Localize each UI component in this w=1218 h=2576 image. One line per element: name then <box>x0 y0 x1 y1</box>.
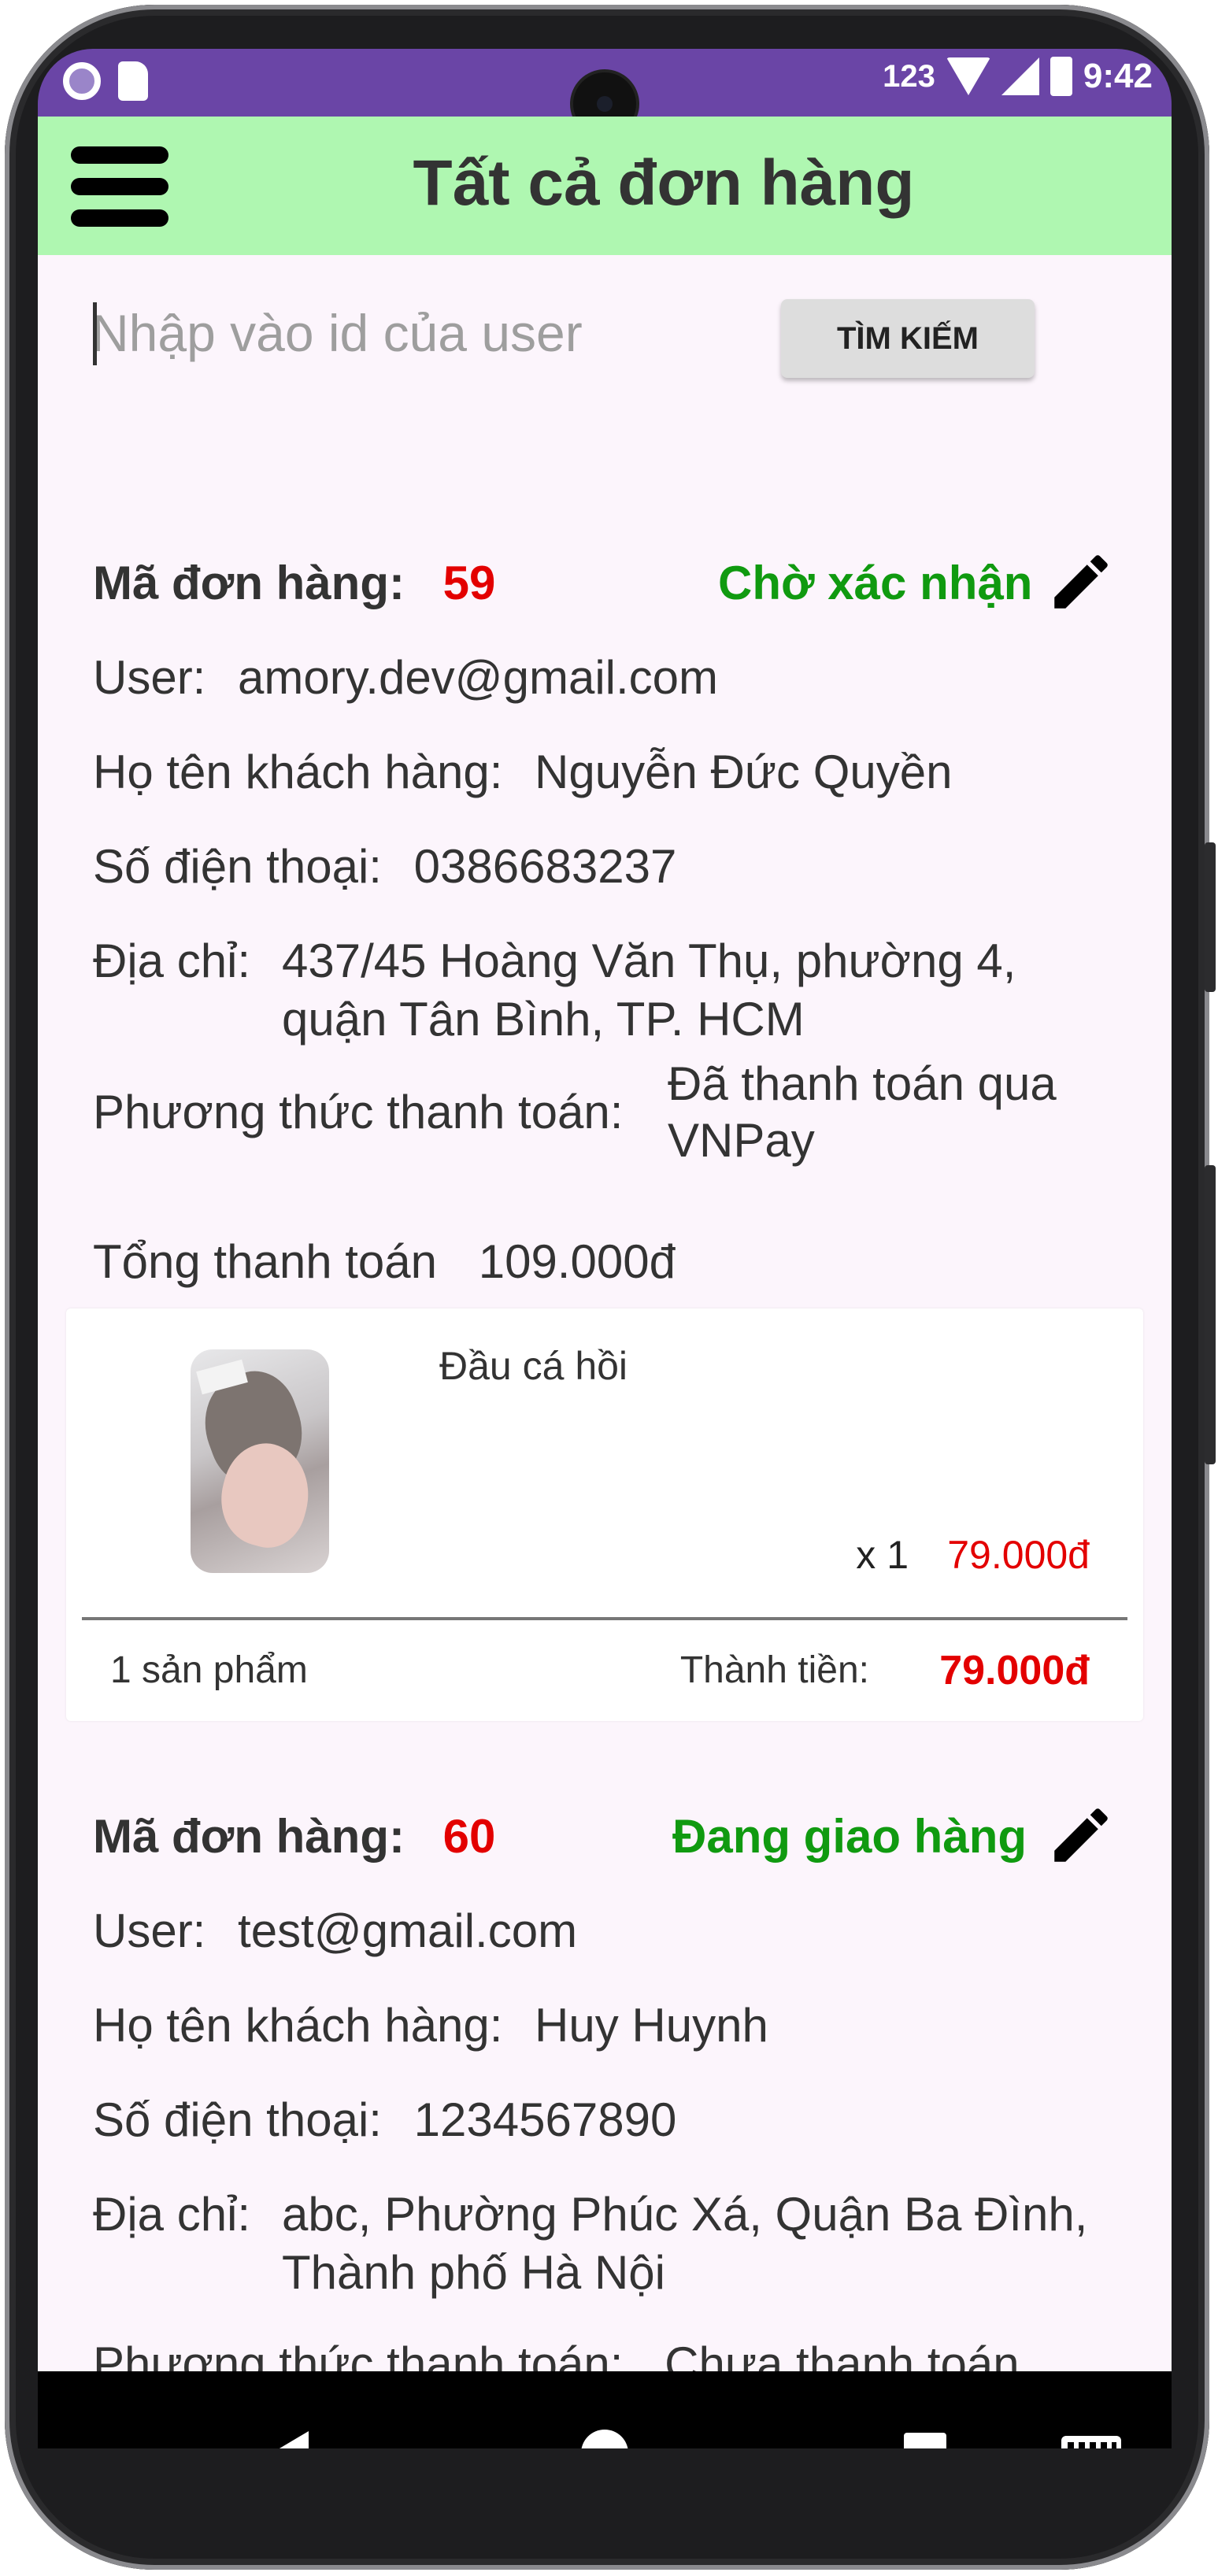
address-label: Địa chỉ: <box>93 935 251 987</box>
recents-square-icon[interactable] <box>904 2433 946 2448</box>
total-row: Tổng thanh toán 109.000đ <box>93 1234 676 1289</box>
phone-row: Số điện thoại: 0386683237 <box>93 839 676 894</box>
notification-circle-icon <box>63 62 101 100</box>
payment-line-1: Đã thanh toán qua <box>668 1057 1057 1110</box>
order-id-label: Mã đơn hàng: <box>93 1810 405 1863</box>
power-button <box>1205 1165 1216 1464</box>
order-id-row: Mã đơn hàng: 60 <box>93 1809 495 1864</box>
order-id-value: 60 <box>442 1810 496 1863</box>
order-id-row: Mã đơn hàng: 59 <box>93 556 495 610</box>
subtotal-label: Thành tiền: <box>679 1649 869 1691</box>
customer-name-row: Họ tên khách hàng: Nguyễn Đức Quyền <box>93 745 952 799</box>
customer-name-row: Họ tên khách hàng: Huy Huynh <box>93 1998 768 2052</box>
volume-button <box>1205 842 1216 992</box>
search-button[interactable]: TÌM KIẾM <box>781 299 1035 378</box>
phone-value: 1234567890 <box>413 2093 677 2146</box>
screen: 123 9:42 Tất cả đơn hàng Nhập vào id của… <box>38 49 1172 2448</box>
customer-name-label: Họ tên khách hàng: <box>93 746 503 798</box>
battery-icon <box>1050 57 1072 96</box>
page-title: Tất cả đơn hàng <box>413 147 915 219</box>
customer-name-value: Nguyễn Đức Quyền <box>535 746 953 798</box>
phone-row: Số điện thoại: 1234567890 <box>93 2093 676 2147</box>
back-triangle-icon[interactable] <box>266 2431 309 2448</box>
user-label: User: <box>93 1904 206 1957</box>
customer-name-label: Họ tên khách hàng: <box>93 1999 503 2052</box>
product-price: 79.000đ <box>947 1533 1090 1577</box>
keyboard-icon[interactable] <box>1061 2436 1121 2448</box>
navigation-bar <box>38 2371 1172 2448</box>
total-label: Tổng thanh toán <box>93 1235 438 1288</box>
product-name: Đầu cá hồi <box>439 1344 628 1388</box>
address-line-2: Thành phố Hà Nội <box>282 2246 665 2299</box>
address-line-1: 437/45 Hoàng Văn Thụ, phường 4, <box>282 935 1016 987</box>
phone-value: 0386683237 <box>413 840 677 893</box>
product-quantity: x 1 <box>856 1533 909 1577</box>
orders-list[interactable]: Nhập vào id của user TÌM KIẾM Mã đơn hàn… <box>38 255 1172 2390</box>
phone-label: Số điện thoại: <box>93 2093 382 2146</box>
address-label: Địa chỉ: <box>93 2188 251 2241</box>
customer-name-value: Huy Huynh <box>535 1999 768 2052</box>
divider <box>82 1617 1127 1620</box>
address-line-2: quận Tân Bình, TP. HCM <box>282 993 805 1046</box>
order-status: Đang giao hàng <box>672 1810 1027 1863</box>
order-id-label: Mã đơn hàng: <box>93 557 405 609</box>
product-card[interactable]: Đầu cá hồi x 1 79.000đ 1 sản phẩm Thành … <box>66 1308 1143 1721</box>
order-id-value: 59 <box>442 557 496 609</box>
signal-icon <box>1001 57 1039 95</box>
address-line-1: abc, Phường Phúc Xá, Quận Ba Đình, <box>282 2188 1088 2241</box>
payment-method-label: Phương thức thanh toán: <box>93 1086 624 1138</box>
item-count: 1 sản phẩm <box>110 1649 308 1691</box>
pencil-icon[interactable] <box>1046 546 1116 617</box>
wifi-icon <box>946 57 990 95</box>
sd-card-icon <box>118 61 148 101</box>
phone-label: Số điện thoại: <box>93 840 382 893</box>
salmon-head-product-image <box>191 1349 329 1573</box>
subtotal-value: 79.000đ <box>939 1648 1090 1693</box>
order-status: Chờ xác nhận <box>718 557 1033 609</box>
user-value: test@gmail.com <box>238 1904 578 1957</box>
user-row: User: amory.dev@gmail.com <box>93 650 718 705</box>
search-input[interactable]: Nhập vào id của user <box>91 296 737 370</box>
app-bar: Tất cả đơn hàng <box>38 117 1172 255</box>
text-cursor <box>93 302 97 365</box>
user-label: User: <box>93 651 206 704</box>
network-indicator: 123 <box>883 58 935 94</box>
pencil-icon[interactable] <box>1046 1800 1116 1871</box>
total-value: 109.000đ <box>478 1235 676 1288</box>
user-value: amory.dev@gmail.com <box>238 651 718 704</box>
home-circle-icon[interactable] <box>581 2430 628 2448</box>
payment-line-2: VNPay <box>668 1114 815 1167</box>
user-row: User: test@gmail.com <box>93 1904 577 1958</box>
clock: 9:42 <box>1083 57 1153 95</box>
